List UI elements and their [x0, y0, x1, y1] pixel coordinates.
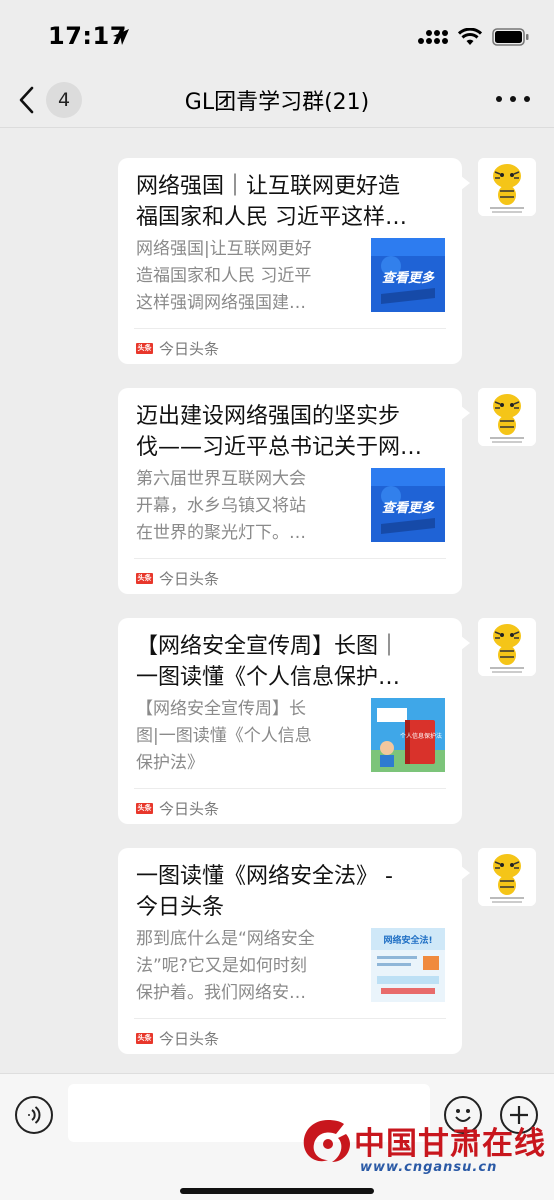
avatar[interactable]	[478, 158, 536, 216]
location-arrow-icon	[113, 29, 129, 45]
source-name: 今日头条	[159, 340, 220, 358]
link-card-message[interactable]: 迈出建设网络强国的坚实步 伐——习近平总书记关于网… 第六届世界互联网大会 开幕…	[118, 388, 470, 594]
divider	[134, 328, 446, 329]
svg-text:个人信息保护法: 个人信息保护法	[400, 732, 442, 740]
tiger-avatar-icon	[478, 618, 536, 676]
svg-text:网络安全法!: 网络安全法!	[383, 934, 432, 946]
toutiao-logo-icon: 头条	[136, 573, 153, 584]
divider	[134, 788, 446, 789]
card-description: 那到底什么是“网络安全 法”呢?它又是如何时刻 保护着。我们网络安…	[136, 929, 315, 1003]
card-title: 【网络安全宣传周】长图｜ 一图读懂《个人信息保护…	[136, 634, 401, 690]
site-watermark: 中国甘肃在线 www.cngansu.cn	[298, 1114, 545, 1188]
card-title: 网络强国｜让互联网更好造 福国家和人民 习近平这样…	[136, 174, 407, 230]
avatar[interactable]	[478, 848, 536, 906]
voice-input-button[interactable]	[15, 1096, 53, 1134]
source-name: 今日头条	[159, 1030, 220, 1048]
chat-header: 4 GL团青学习群(21)	[0, 72, 554, 128]
source-name: 今日头条	[159, 800, 220, 818]
link-card-message[interactable]: 【网络安全宣传周】长图｜ 一图读懂《个人信息保护… 【网络安全宣传周】长 图|一…	[118, 618, 470, 824]
card-title: 迈出建设网络强国的坚实步 伐——习近平总书记关于网…	[136, 404, 423, 460]
card-thumbnail: 查看更多	[371, 468, 445, 542]
chat-title: GL团青学习群(21)	[184, 90, 370, 115]
voice-icon	[28, 1106, 41, 1124]
source-name: 今日头条	[159, 570, 220, 588]
toutiao-logo-icon: 头条	[136, 803, 153, 814]
card-thumbnail: 网络安全法!	[371, 928, 445, 1002]
svg-text:查看更多: 查看更多	[382, 270, 435, 286]
watermark-logo-icon	[303, 1120, 350, 1162]
link-card-message[interactable]: 网络强国｜让互联网更好造 福国家和人民 习近平这样… 网络强国|让互联网更好 造…	[118, 158, 470, 364]
divider	[134, 558, 446, 559]
signal-icon	[418, 30, 448, 44]
card-description: 第六届世界互联网大会 开幕，水乡乌镇又将站 在世界的聚光灯下。…	[136, 469, 306, 543]
card-source: 头条 今日头条	[136, 338, 219, 359]
divider	[134, 1018, 446, 1019]
watermark-text: 中国甘肃在线	[354, 1126, 546, 1162]
tiger-avatar-icon	[478, 158, 536, 216]
card-title: 一图读懂《网络安全法》 - 今日头条	[136, 864, 393, 920]
avatar[interactable]	[478, 618, 536, 676]
home-indicator	[180, 1188, 374, 1194]
watermark-url: www.cngansu.cn	[360, 1160, 498, 1175]
card-source: 头条 今日头条	[136, 568, 219, 589]
card-thumbnail: 个人信息保护法	[371, 698, 445, 772]
avatar[interactable]	[478, 388, 536, 446]
more-icon[interactable]	[496, 86, 530, 112]
card-source: 头条 今日头条	[136, 798, 219, 819]
wifi-icon	[458, 28, 482, 45]
toutiao-logo-icon: 头条	[136, 343, 153, 354]
card-source: 头条 今日头条	[136, 1028, 219, 1049]
tiger-avatar-icon	[478, 388, 536, 446]
message-list[interactable]: 网络强国｜让互联网更好造 福国家和人民 习近平这样… 网络强国|让互联网更好 造…	[0, 128, 554, 1073]
battery-icon	[492, 28, 529, 46]
status-bar: 17:17	[0, 0, 554, 72]
svg-text:查看更多: 查看更多	[382, 500, 435, 516]
card-thumbnail: 查看更多	[371, 238, 445, 312]
link-card-message[interactable]: 一图读懂《网络安全法》 - 今日头条 那到底什么是“网络安全 法”呢?它又是如何…	[118, 848, 470, 1054]
tiger-avatar-icon	[478, 848, 536, 906]
toutiao-logo-icon: 头条	[136, 1033, 153, 1044]
card-description: 网络强国|让互联网更好 造福国家和人民 习近平 这样强调网络强国建…	[136, 239, 312, 313]
card-description: 【网络安全宣传周】长 图|一图读懂《个人信息 保护法》	[136, 699, 312, 773]
